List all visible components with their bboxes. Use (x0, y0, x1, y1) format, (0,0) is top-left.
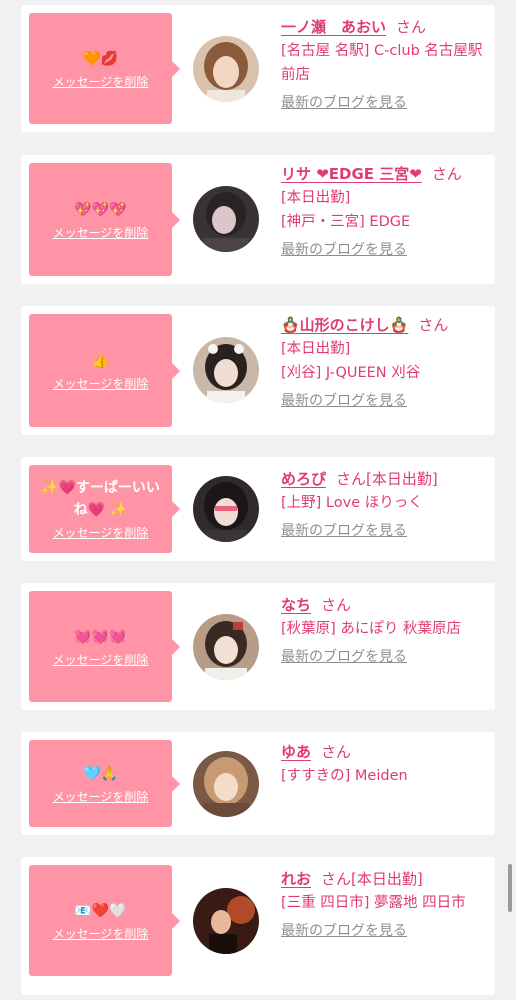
honorific: さん (418, 316, 449, 334)
avatar[interactable] (193, 36, 259, 102)
avatar[interactable] (193, 476, 259, 542)
avatar[interactable] (193, 614, 259, 680)
message-card: 🧡💋 メッセージを削除 一ノ瀬 あおい さん [名古屋 名駅] C-club 名古… (21, 5, 495, 132)
sender-info: なち さん [秋葉原] あにぽり 秋葉原店 最新のブログを見る (281, 593, 491, 667)
message-bubble: 💖💖💖 メッセージを削除 (29, 163, 180, 276)
message-card: 👍 メッセージを削除 🪆山形のこけし🪆 さん [本日出勤] [刈谷] J-QUEE… (21, 306, 495, 435)
sender-info: れお さん[本日出勤] [三重 四日市] 夢露地 四日市 最新のブログを見る (281, 867, 491, 941)
scrollbar[interactable] (508, 864, 512, 912)
sender-info: めろぴ さん[本日出勤] [上野] Love ほりっく 最新のブログを見る (281, 467, 491, 541)
message-bubble: 📧❤️🤍 メッセージを削除 (29, 865, 180, 976)
sender-name-link[interactable]: なち (281, 596, 311, 614)
message-card: 💖💖💖 メッセージを削除 リサ ❤EDGE 三宮❤ さん [本日出勤] [神戸・三… (21, 155, 495, 284)
honorific: さん (336, 470, 367, 488)
message-bubble: 🩵🙏 メッセージを削除 (29, 740, 180, 827)
message-card: 💓💓💓 メッセージを削除 なち さん [秋葉原] あにぽり 秋葉原店 最新のブログ… (21, 583, 495, 710)
message-bubble: 👍 メッセージを削除 (29, 314, 180, 427)
status-label: [本日出勤] (366, 470, 438, 488)
honorific: さん (321, 870, 352, 888)
sender-name-link[interactable]: れお (281, 870, 311, 888)
shop-info: [刈谷] J-QUEEN 刈谷 (281, 365, 421, 381)
message-text: 🧡💋 (83, 50, 118, 67)
view-blog-link[interactable]: 最新のブログを見る (281, 921, 407, 941)
message-text: ✨💗すーぱーいいね💗 ✨ (41, 480, 160, 518)
shop-info: [名古屋 名駅] C-club 名古屋駅前店 (281, 43, 483, 83)
honorific: さん (321, 743, 352, 761)
status-label: [本日出勤] (281, 190, 351, 206)
shop-info: [上野] Love ほりっく (281, 495, 423, 511)
shop-info: [三重 四日市] 夢露地 四日市 (281, 895, 466, 911)
message-card: 📧❤️🤍 メッセージを削除 れお さん[本日出勤] [三重 四日市] 夢露地 四日… (21, 857, 495, 995)
message-bubble: 🧡💋 メッセージを削除 (29, 13, 180, 124)
sender-info: リサ ❤EDGE 三宮❤ さん [本日出勤] [神戸・三宮] EDGE 最新のブロ… (281, 162, 491, 260)
avatar[interactable] (193, 186, 259, 252)
delete-message-link[interactable]: メッセージを削除 (53, 225, 149, 241)
honorific: さん (321, 596, 352, 614)
message-text: 📧❤️🤍 (74, 902, 127, 919)
delete-message-link[interactable]: メッセージを削除 (53, 525, 149, 541)
shop-info: [秋葉原] あにぽり 秋葉原店 (281, 621, 462, 637)
delete-message-link[interactable]: メッセージを削除 (53, 74, 149, 90)
message-bubble: ✨💗すーぱーいいね💗 ✨ メッセージを削除 (29, 465, 180, 553)
avatar[interactable] (193, 888, 259, 954)
honorific: さん (431, 165, 462, 183)
view-blog-link[interactable]: 最新のブログを見る (281, 240, 407, 260)
delete-message-link[interactable]: メッセージを削除 (53, 376, 149, 392)
delete-message-link[interactable]: メッセージを削除 (53, 789, 149, 805)
view-blog-link[interactable]: 最新のブログを見る (281, 521, 407, 541)
sender-info: ゆあ さん [すすきの] Meiden (281, 740, 491, 788)
avatar[interactable] (193, 337, 259, 403)
avatar[interactable] (193, 751, 259, 817)
sender-info: 🪆山形のこけし🪆 さん [本日出勤] [刈谷] J-QUEEN 刈谷 最新のブログ… (281, 313, 491, 411)
shop-info: [神戸・三宮] EDGE (281, 214, 411, 230)
sender-info: 一ノ瀬 あおい さん [名古屋 名駅] C-club 名古屋駅前店 最新のブログを… (281, 15, 491, 113)
status-label: [本日出勤] (351, 870, 423, 888)
view-blog-link[interactable]: 最新のブログを見る (281, 391, 407, 411)
sender-name-link[interactable]: 🪆山形のこけし🪆 (281, 316, 408, 334)
message-text: 👍 (91, 352, 110, 369)
sender-name-link[interactable]: 一ノ瀬 あおい (281, 18, 386, 36)
shop-info: [すすきの] Meiden (281, 768, 408, 784)
sender-name-link[interactable]: ゆあ (281, 743, 311, 761)
message-bubble: 💓💓💓 メッセージを削除 (29, 591, 180, 702)
message-text: 💖💖💖 (74, 201, 127, 218)
message-text: 🩵🙏 (83, 765, 118, 782)
delete-message-link[interactable]: メッセージを削除 (53, 652, 149, 668)
view-blog-link[interactable]: 最新のブログを見る (281, 93, 407, 113)
view-blog-link[interactable]: 最新のブログを見る (281, 647, 407, 667)
sender-name-link[interactable]: めろぴ (281, 470, 326, 488)
delete-message-link[interactable]: メッセージを削除 (53, 926, 149, 942)
message-text: 💓💓💓 (74, 628, 127, 645)
message-card: ✨💗すーぱーいいね💗 ✨ メッセージを削除 めろぴ さん[本日出勤] [上野] L… (21, 457, 495, 561)
honorific: さん (396, 18, 427, 36)
status-label: [本日出勤] (281, 341, 351, 357)
message-card: 🩵🙏 メッセージを削除 ゆあ さん [すすきの] Meiden (21, 732, 495, 835)
sender-name-link[interactable]: リサ ❤EDGE 三宮❤ (281, 165, 422, 183)
